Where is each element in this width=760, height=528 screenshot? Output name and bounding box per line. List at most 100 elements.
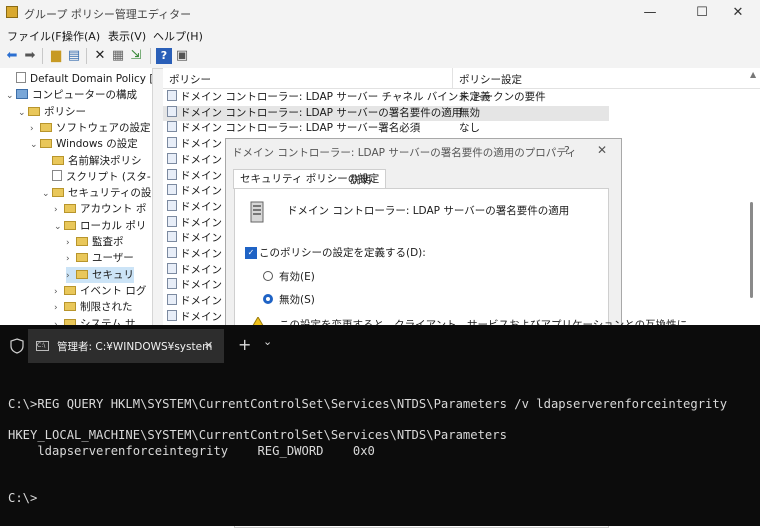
help-icon[interactable]: ? (156, 48, 172, 64)
document-icon (16, 72, 26, 83)
column-header-setting[interactable]: ポリシー設定 (459, 72, 522, 87)
expand-chevron-icon[interactable]: › (54, 202, 64, 218)
tree-item[interactable]: › イベント ログ (54, 283, 146, 299)
back-arrow-icon[interactable]: ⬅ (4, 48, 20, 64)
tree-item[interactable]: › ユーザー (66, 250, 134, 266)
folder-icon (64, 204, 76, 214)
table-row[interactable]: ドメイン コントローラー: LDAP サーバー署名必須 なし (163, 121, 609, 136)
expand-chevron-icon[interactable]: ⌄ (6, 88, 16, 104)
expand-chevron-icon[interactable]: › (66, 235, 76, 251)
minimize-button[interactable]: — (628, 0, 672, 26)
properties-icon[interactable]: ▦ (110, 48, 126, 64)
radio-disabled[interactable] (263, 294, 273, 304)
server-icon (249, 201, 267, 223)
terminal-line: C:\>REG QUERY HKLM\SYSTEM\CurrentControl… (8, 397, 728, 411)
scrollbar-thumb[interactable] (750, 202, 753, 298)
delete-icon[interactable]: ✕ (92, 48, 108, 64)
policy-setting: 無効 (459, 106, 480, 119)
policy-icon (167, 121, 177, 133)
tree-item[interactable]: Default Domain Policy [ADD (6, 71, 152, 87)
policy-icon (167, 152, 177, 164)
tree-item-label: コンピューターの構成 (32, 89, 137, 102)
table-row[interactable]: ドメイン コントローラー: LDAP サーバー チャネル バインド トークンの要… (163, 90, 609, 105)
expand-chevron-icon[interactable]: › (30, 121, 40, 137)
policy-icon (167, 294, 177, 306)
folder-icon (64, 285, 76, 295)
toolbar-separator (86, 48, 87, 64)
policy-icon (167, 105, 177, 117)
dialog-close-button[interactable]: ✕ (597, 143, 607, 157)
folder-icon (40, 122, 52, 132)
folder-icon (76, 253, 88, 263)
policy-icon (167, 168, 177, 180)
folder-icon (76, 237, 88, 246)
terminal-output[interactable]: C:\>REG QUERY HKLM\SYSTEM\CurrentControl… (8, 397, 727, 506)
tree-item-label: ユーザー (92, 252, 134, 265)
define-policy-checkbox[interactable]: ✓ (245, 247, 257, 259)
menu-action[interactable]: 操作(A) (62, 28, 100, 44)
policy-icon (167, 137, 177, 149)
table-row[interactable]: ドメイン コントローラー: LDAP サーバーの署名要件の適用 無効 (163, 105, 609, 121)
expand-chevron-icon[interactable]: ⌄ (18, 105, 28, 121)
expand-chevron-icon[interactable]: › (66, 268, 76, 284)
tree-item[interactable]: ⌄ Windows の設定 (30, 136, 138, 152)
up-folder-icon[interactable]: ▆ (48, 48, 64, 64)
export-icon[interactable]: ⇲ (128, 48, 144, 64)
close-button[interactable]: ✕ (716, 0, 760, 26)
new-tab-button[interactable]: + (238, 335, 251, 354)
tree-item[interactable]: › ソフトウェアの設定 (30, 120, 151, 136)
terminal-window: C:\ 管理者: C:¥WINDOWS¥system ✕ + ⌄ C:\>REG… (0, 325, 760, 526)
show-hide-tree-icon[interactable]: ▤ (66, 48, 82, 64)
tree-item[interactable]: スクリプト (スタ- (42, 169, 151, 185)
expand-chevron-icon[interactable]: › (66, 251, 76, 267)
folder-icon (28, 106, 40, 116)
tree-item[interactable]: › 監査ポ (66, 234, 124, 250)
toolbar-separator (150, 48, 151, 64)
view-icon[interactable]: ▣ (174, 48, 190, 64)
forward-arrow-icon[interactable]: ➡ (22, 48, 38, 64)
terminal-tab[interactable]: C:\ 管理者: C:¥WINDOWS¥system ✕ (28, 329, 224, 363)
folder-icon (64, 220, 76, 230)
document-icon (52, 169, 62, 181)
policy-icon (167, 184, 177, 196)
policy-icon (167, 278, 177, 290)
tree-item[interactable]: › アカウント ポ (54, 201, 146, 217)
tab-dropdown-button[interactable]: ⌄ (263, 335, 272, 348)
gpe-app-icon (6, 6, 18, 18)
tree-item-label: ソフトウェアの設定 (56, 121, 151, 134)
list-scrollbar[interactable]: ▲ (747, 70, 757, 302)
tree-item-label: イベント ログ (80, 284, 147, 297)
terminal-tab-close[interactable]: ✕ (204, 339, 213, 352)
dialog-help-button[interactable]: ? (564, 144, 570, 157)
menu-view[interactable]: 表示(V) (108, 28, 146, 44)
menu-file[interactable]: ファイル(F) (7, 28, 66, 44)
tree-item[interactable]: ⌄ ポリシー (18, 104, 86, 120)
tree-item[interactable]: ⌄ ローカル ポリ (54, 218, 146, 234)
column-header-policy[interactable]: ポリシー (169, 72, 211, 87)
expand-chevron-icon[interactable]: ⌄ (42, 186, 52, 202)
toolbar: ⬅ ➡ ▆ ▤ ✕ ▦ ⇲ ? ▣ (0, 44, 760, 69)
policy-name: ドメイン コントローラー: LDAP サーバーの署名要件の適用 (180, 106, 463, 119)
menu-bar: ファイル(F) 操作(A) 表示(V) ヘルプ(H) (0, 26, 760, 44)
expand-chevron-icon[interactable]: ⌄ (54, 219, 64, 235)
tree-item-label: 名前解決ポリシ (68, 154, 142, 167)
tree-item[interactable]: › 制限された (54, 299, 133, 315)
tree-item[interactable]: 名前解決ポリシ (42, 153, 142, 169)
toolbar-separator (42, 48, 43, 64)
expand-chevron-icon[interactable]: › (54, 284, 64, 300)
scroll-up-icon[interactable]: ▲ (750, 70, 756, 79)
folder-icon (76, 269, 88, 279)
folder-icon (52, 188, 64, 198)
expand-chevron-icon[interactable]: › (54, 300, 64, 316)
radio-enabled[interactable] (263, 271, 273, 281)
expand-chevron-icon[interactable]: ⌄ (30, 137, 40, 153)
sort-chevron-icon[interactable]: ^ (307, 68, 315, 75)
tree-item[interactable]: › セキュリ (66, 266, 134, 284)
tree-item[interactable]: ⌄ コンピューターの構成 (6, 87, 137, 103)
tree-item[interactable]: ⌄ セキュリティの設 (42, 185, 151, 201)
policy-icon (167, 262, 177, 274)
menu-help[interactable]: ヘルプ(H) (153, 28, 203, 44)
tree-item-label: セキュリティの設 (68, 187, 152, 200)
